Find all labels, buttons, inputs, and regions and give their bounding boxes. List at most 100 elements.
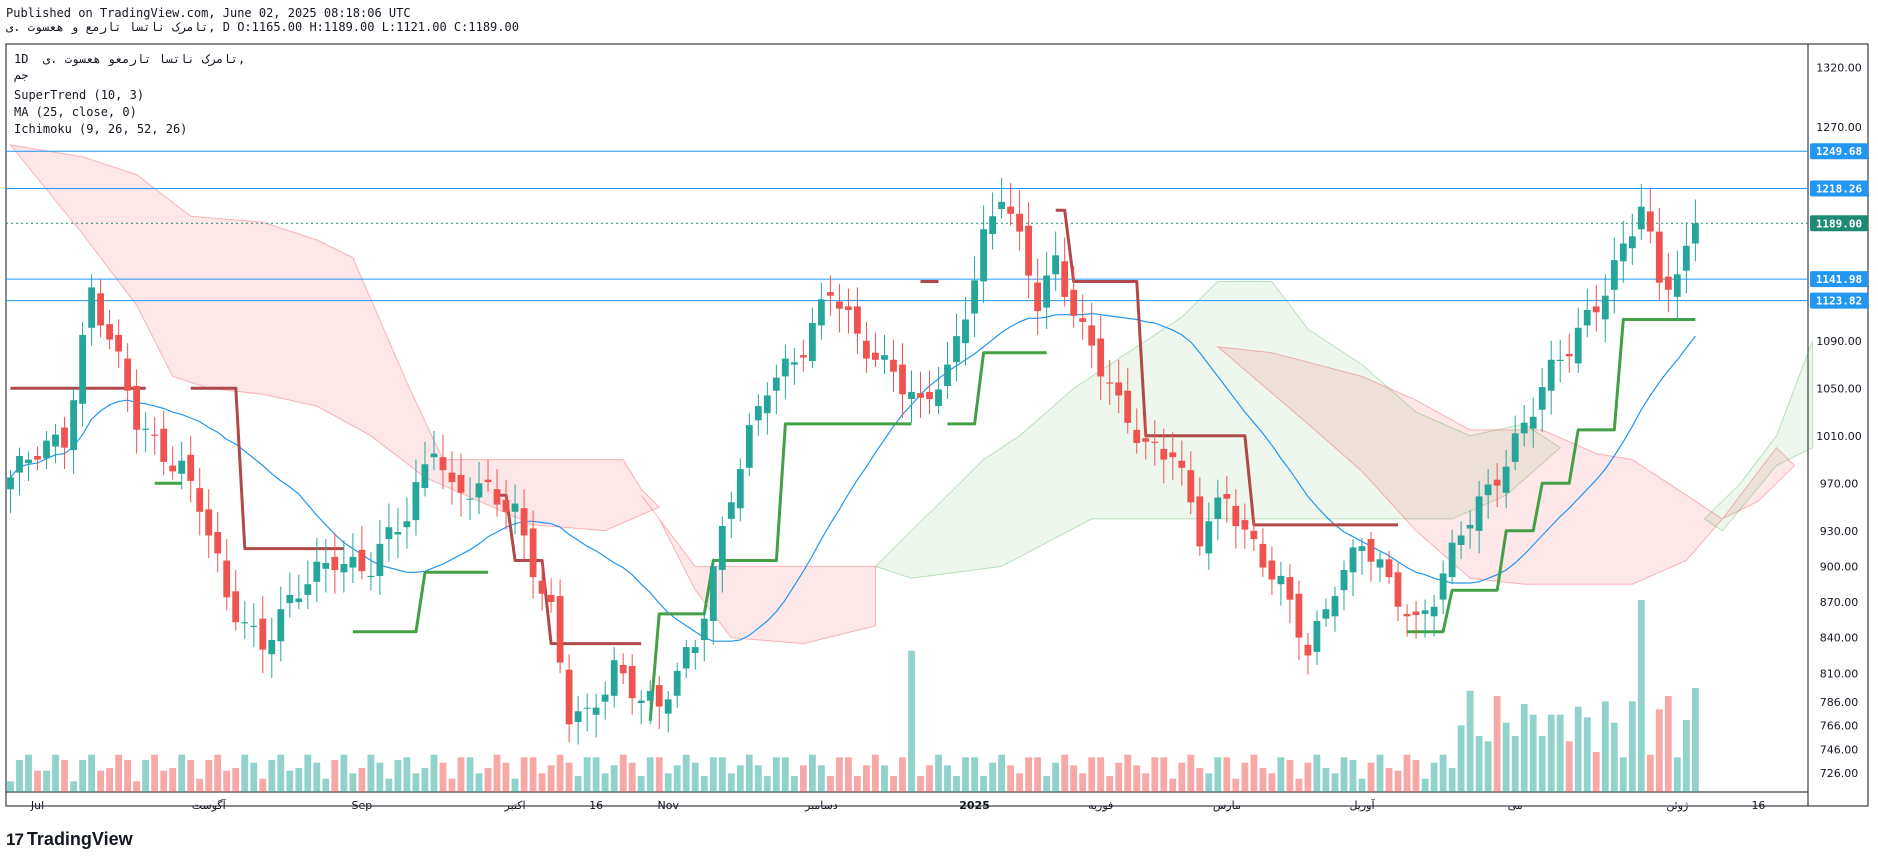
- candle-body[interactable]: [1367, 539, 1375, 562]
- candle-body[interactable]: [214, 532, 222, 554]
- candle-body[interactable]: [313, 561, 321, 582]
- candle-body[interactable]: [998, 201, 1005, 209]
- candle-body[interactable]: [484, 479, 492, 483]
- candle-body[interactable]: [205, 509, 213, 536]
- candle-body[interactable]: [1556, 359, 1564, 361]
- candle-body[interactable]: [430, 453, 438, 458]
- candle-body[interactable]: [1646, 211, 1654, 232]
- candle-body[interactable]: [286, 594, 294, 604]
- candle-body[interactable]: [1592, 306, 1600, 313]
- candle-body[interactable]: [1331, 596, 1339, 617]
- candle-body[interactable]: [241, 622, 249, 624]
- candle-body[interactable]: [376, 543, 384, 576]
- candle-body[interactable]: [1268, 560, 1276, 580]
- candle-body[interactable]: [1169, 452, 1177, 458]
- candle-body[interactable]: [763, 395, 771, 414]
- candle-body[interactable]: [106, 324, 113, 340]
- candle-body[interactable]: [1160, 448, 1168, 460]
- candle-body[interactable]: [1223, 494, 1231, 499]
- candle-body[interactable]: [1502, 466, 1510, 493]
- candle-body[interactable]: [1286, 577, 1294, 600]
- candle-body[interactable]: [1124, 390, 1132, 423]
- candle-body[interactable]: [1376, 559, 1384, 568]
- candle-body[interactable]: [385, 527, 393, 540]
- candle-body[interactable]: [881, 355, 888, 360]
- candle-body[interactable]: [322, 562, 330, 569]
- candle-body[interactable]: [1151, 441, 1159, 443]
- candle-body[interactable]: [169, 465, 177, 472]
- candle-body[interactable]: [1574, 327, 1582, 364]
- candle-body[interactable]: [989, 216, 996, 234]
- candle-body[interactable]: [863, 340, 870, 359]
- candle-body[interactable]: [457, 475, 465, 493]
- candle-body[interactable]: [574, 711, 582, 722]
- candle-body[interactable]: [1196, 496, 1204, 547]
- candle-body[interactable]: [637, 700, 645, 703]
- candle-body[interactable]: [1142, 438, 1150, 442]
- candle-body[interactable]: [1358, 546, 1366, 551]
- candle-body[interactable]: [88, 287, 95, 328]
- candle-body[interactable]: [502, 499, 510, 512]
- candle-body[interactable]: [133, 385, 140, 430]
- candle-body[interactable]: [1313, 621, 1321, 652]
- candle-body[interactable]: [1692, 223, 1699, 244]
- candle-body[interactable]: [412, 482, 420, 521]
- legend-ichimoku[interactable]: Ichimoku (9, 26, 52, 26): [14, 122, 187, 136]
- candle-body[interactable]: [1430, 606, 1438, 617]
- candle-body[interactable]: [1565, 353, 1573, 357]
- candle-body[interactable]: [439, 457, 447, 471]
- candle-body[interactable]: [1520, 422, 1528, 434]
- candle-body[interactable]: [1250, 530, 1258, 540]
- candle-body[interactable]: [403, 521, 411, 528]
- candle-body[interactable]: [1484, 484, 1492, 496]
- candle-body[interactable]: [151, 434, 158, 436]
- candle-body[interactable]: [520, 508, 528, 536]
- candle-body[interactable]: [628, 666, 636, 699]
- candle-body[interactable]: [466, 498, 474, 500]
- candle-body[interactable]: [25, 459, 32, 464]
- candle-body[interactable]: [1538, 387, 1546, 410]
- legend-ma[interactable]: MA (25, close, 0): [14, 105, 137, 119]
- candle-body[interactable]: [845, 306, 852, 310]
- candle-body[interactable]: [1034, 282, 1041, 312]
- candle-body[interactable]: [745, 425, 753, 468]
- candle-body[interactable]: [836, 301, 843, 309]
- candle-body[interactable]: [79, 334, 86, 404]
- candle-body[interactable]: [1007, 206, 1014, 214]
- candle-body[interactable]: [1637, 206, 1645, 230]
- candle-body[interactable]: [1439, 573, 1447, 600]
- candle-body[interactable]: [259, 618, 267, 650]
- candle-body[interactable]: [250, 625, 258, 627]
- candle-body[interactable]: [1403, 613, 1411, 617]
- candle-body[interactable]: [601, 694, 609, 702]
- candle-body[interactable]: [565, 669, 573, 725]
- candle-body[interactable]: [1529, 416, 1537, 429]
- candle-body[interactable]: [818, 299, 825, 326]
- candle-body[interactable]: [295, 598, 303, 603]
- candle-body[interactable]: [448, 472, 456, 483]
- candle-body[interactable]: [583, 707, 591, 709]
- candle-body[interactable]: [277, 609, 285, 642]
- candle-body[interactable]: [124, 358, 131, 391]
- candle-body[interactable]: [1457, 535, 1465, 546]
- candle-body[interactable]: [1682, 245, 1690, 271]
- candle-body[interactable]: [7, 477, 14, 490]
- candle-body[interactable]: [367, 575, 375, 578]
- candle-body[interactable]: [935, 389, 942, 407]
- candle-body[interactable]: [890, 359, 897, 372]
- candle-body[interactable]: [1025, 225, 1032, 276]
- candle-body[interactable]: [1133, 429, 1141, 443]
- candle-body[interactable]: [196, 488, 204, 512]
- candle-body[interactable]: [673, 670, 681, 696]
- candle-body[interactable]: [899, 364, 906, 395]
- candle-body[interactable]: [917, 393, 924, 398]
- candle-body[interactable]: [1241, 520, 1249, 530]
- candle-body[interactable]: [1070, 289, 1078, 316]
- candle-body[interactable]: [1088, 325, 1096, 346]
- candle-body[interactable]: [1466, 524, 1474, 529]
- candle-body[interactable]: [1493, 479, 1501, 486]
- candle-body[interactable]: [34, 456, 41, 460]
- candle-body[interactable]: [1178, 460, 1186, 468]
- candle-body[interactable]: [1601, 295, 1609, 320]
- candle-body[interactable]: [800, 355, 807, 358]
